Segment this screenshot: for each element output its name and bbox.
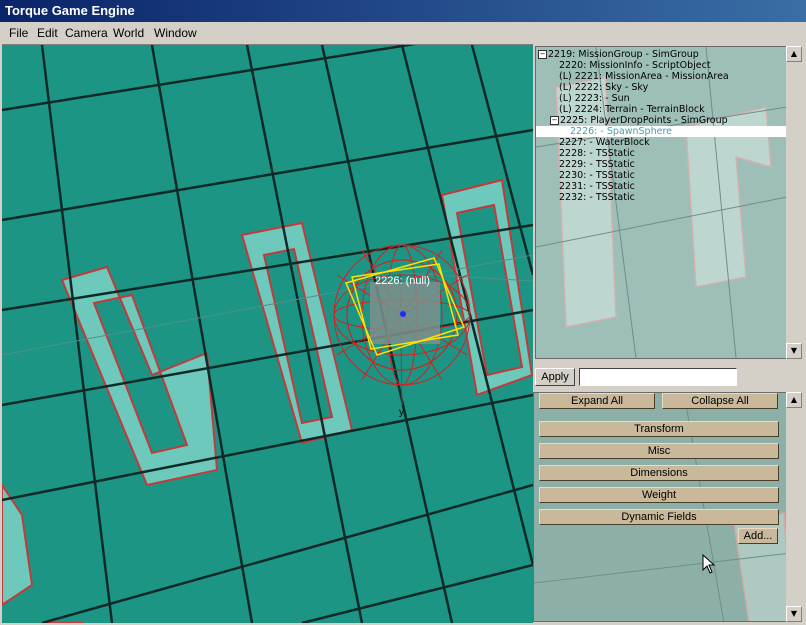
tree-scrollbar[interactable]: ▲ ▼ (786, 46, 802, 359)
menu-world[interactable]: World (113, 26, 144, 40)
tree-item[interactable]: 2227: - WaterBlock (559, 137, 650, 148)
selection-label: 2226: (null) (375, 275, 431, 287)
window-title: Torque Game Engine (5, 3, 135, 18)
section-dimensions[interactable]: Dimensions (539, 465, 779, 481)
section-dynamic-fields[interactable]: Dynamic Fields (539, 509, 779, 525)
section-weight[interactable]: Weight (539, 487, 779, 503)
scroll-up-arrow-icon[interactable]: ▲ (786, 46, 802, 62)
tree-item[interactable]: 2231: - TSStatic (559, 181, 635, 192)
expand-all-button[interactable]: Expand All (539, 393, 655, 409)
section-transform[interactable]: Transform (539, 421, 779, 437)
menu-file[interactable]: File (9, 26, 28, 40)
editor-side-panel: −2219: MissionGroup - SimGroup 2220: Mis… (533, 44, 806, 625)
menu-bar: File Edit Camera World Window (0, 22, 806, 44)
terrain-scene (2, 45, 533, 623)
collapse-icon[interactable]: − (550, 116, 559, 125)
inspector-panel[interactable]: Expand All Collapse All Transform Misc D… (533, 392, 790, 622)
tree-item-selected[interactable]: 2226: - SpawnSphere (536, 126, 787, 137)
tree-item[interactable]: 2228: - TSStatic (559, 148, 635, 159)
apply-row: Apply (533, 364, 806, 392)
collapse-all-button[interactable]: Collapse All (662, 393, 778, 409)
tree-item[interactable]: (L) 2224: Terrain - TerrainBlock (559, 104, 705, 115)
tree-item[interactable]: (L) 2221: MissionArea - MissionArea (559, 71, 729, 82)
scroll-up-arrow-icon[interactable]: ▲ (786, 392, 802, 408)
collapse-icon[interactable]: − (538, 50, 547, 59)
tree-item[interactable]: 2232: - TSStatic (559, 192, 635, 203)
axis-y-label: y (399, 407, 404, 418)
add-field-button[interactable]: Add... (738, 528, 778, 544)
mission-tree[interactable]: −2219: MissionGroup - SimGroup 2220: Mis… (535, 46, 788, 359)
tree-item[interactable]: 2229: - TSStatic (559, 159, 635, 170)
inspector-scrollbar[interactable]: ▲ ▼ (786, 392, 802, 622)
scroll-down-arrow-icon[interactable]: ▼ (786, 606, 802, 622)
mouse-pointer-icon (702, 554, 716, 574)
scroll-down-arrow-icon[interactable]: ▼ (786, 343, 802, 359)
menu-camera[interactable]: Camera (65, 26, 108, 40)
window-title-bar[interactable]: Torque Game Engine (0, 0, 806, 22)
object-origin (400, 311, 406, 317)
tree-item[interactable]: 2220: MissionInfo - ScriptObject (559, 60, 711, 71)
tree-item[interactable]: (L) 2222: Sky - Sky (559, 82, 648, 93)
tree-item[interactable]: −2225: PlayerDropPoints - SimGroup (550, 115, 728, 126)
tree-item[interactable]: (L) 2223: - Sun (559, 93, 630, 104)
section-misc[interactable]: Misc (539, 443, 779, 459)
tree-item[interactable]: 2230: - TSStatic (559, 170, 635, 181)
menu-edit[interactable]: Edit (37, 26, 58, 40)
tree-item[interactable]: −2219: MissionGroup - SimGroup (538, 49, 699, 60)
apply-button[interactable]: Apply (535, 368, 575, 386)
menu-window[interactable]: Window (154, 26, 197, 40)
apply-value-field[interactable] (579, 368, 737, 386)
3d-viewport[interactable]: 2226: (null) y x (2, 44, 533, 623)
